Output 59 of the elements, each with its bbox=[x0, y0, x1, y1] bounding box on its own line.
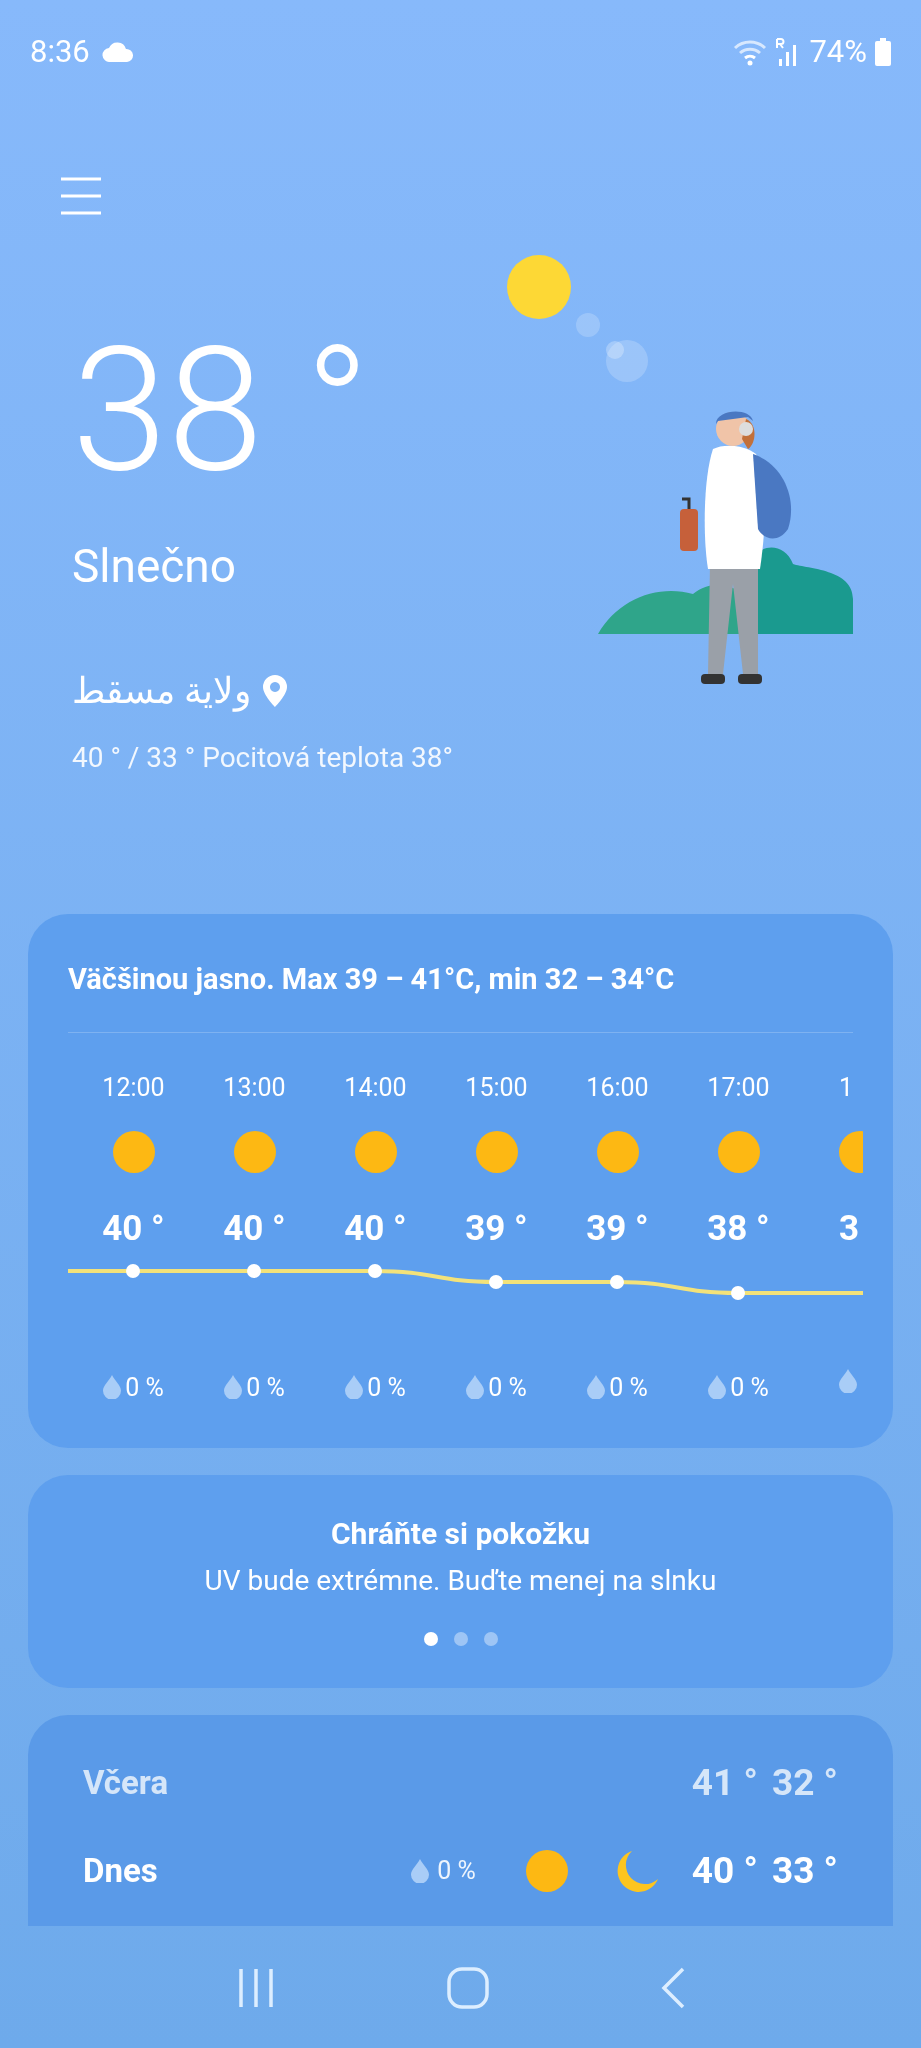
hour-label: 16:00 bbox=[586, 1071, 649, 1104]
low-temperature: 32 ° bbox=[771, 1760, 838, 1807]
cloud-icon bbox=[101, 42, 134, 62]
hour-temperature: 38 ° bbox=[707, 1206, 770, 1251]
hour-label: 1 bbox=[839, 1071, 854, 1104]
hour-label: 14:00 bbox=[344, 1071, 407, 1104]
day-label: Dnes bbox=[83, 1850, 159, 1893]
raindrop-icon bbox=[839, 1368, 857, 1393]
menu-icon[interactable] bbox=[60, 176, 102, 216]
weather-condition: Slnečno bbox=[72, 538, 236, 595]
hour-temperature: 3 bbox=[839, 1206, 860, 1251]
hour-temperature: 39 ° bbox=[586, 1206, 649, 1251]
raindrop-icon bbox=[708, 1375, 727, 1400]
clock-time: 8:36 bbox=[30, 31, 90, 72]
hour-temperature: 39 ° bbox=[465, 1206, 528, 1251]
battery-icon bbox=[875, 38, 891, 66]
high-temperature: 40 ° bbox=[691, 1848, 758, 1895]
hour-label: 13:00 bbox=[223, 1071, 286, 1104]
sun-icon bbox=[354, 1130, 397, 1173]
hour-label: 12:00 bbox=[102, 1071, 165, 1104]
high-temperature: 41 ° bbox=[691, 1760, 758, 1807]
forecast-summary: Väčšinou jasno. Max 39 – 41°C, min 32 – 34°C bbox=[68, 961, 676, 998]
current-temperature: 38 ° bbox=[72, 324, 370, 496]
low-temperature: 33 ° bbox=[771, 1848, 838, 1895]
precipitation-chance: 0 % bbox=[437, 1855, 476, 1888]
hour-temperature: 40 ° bbox=[102, 1206, 165, 1251]
sun-icon bbox=[717, 1130, 760, 1173]
raindrop-icon bbox=[345, 1375, 364, 1400]
precipitation-chance: 0 % bbox=[609, 1371, 648, 1404]
sun-icon bbox=[525, 1850, 568, 1892]
sun-icon bbox=[233, 1130, 276, 1173]
moon-icon bbox=[615, 1849, 660, 1893]
precipitation-chance: 0 % bbox=[730, 1371, 769, 1404]
hour-label: 15:00 bbox=[465, 1071, 528, 1104]
tip-title: Chráňte si pokožku bbox=[330, 1515, 590, 1553]
location-name[interactable]: ولاية مسقط bbox=[72, 664, 251, 718]
precipitation-chance: 0 % bbox=[246, 1371, 285, 1404]
hour-temperature: 40 ° bbox=[223, 1206, 286, 1251]
precipitation-chance: 0 % bbox=[367, 1371, 406, 1404]
temperature-details: 40 ° / 33 ° Pocitová teplota 38° bbox=[72, 740, 454, 776]
sun-icon bbox=[596, 1130, 639, 1173]
sun-icon bbox=[112, 1130, 155, 1173]
back-icon[interactable] bbox=[659, 1966, 686, 2009]
precipitation-chance: 0 % bbox=[125, 1371, 164, 1404]
wifi-icon bbox=[733, 38, 768, 66]
battery-percent: 74% bbox=[809, 31, 867, 72]
raindrop-icon bbox=[411, 1859, 430, 1883]
raindrop-icon bbox=[103, 1375, 122, 1400]
raindrop-icon bbox=[466, 1375, 485, 1400]
raindrop-icon bbox=[587, 1375, 606, 1400]
tip-text: UV bude extrémne. Buďte menej na slnku bbox=[204, 1562, 717, 1598]
raindrop-icon bbox=[224, 1375, 243, 1400]
day-label: Včera bbox=[83, 1762, 170, 1805]
location-pin-icon bbox=[262, 675, 287, 707]
sun-icon bbox=[475, 1130, 518, 1173]
hour-temperature: 40 ° bbox=[344, 1206, 407, 1251]
hour-label: 17:00 bbox=[707, 1071, 770, 1104]
home-icon[interactable] bbox=[446, 1966, 489, 2009]
precipitation-chance: 0 % bbox=[488, 1371, 527, 1404]
